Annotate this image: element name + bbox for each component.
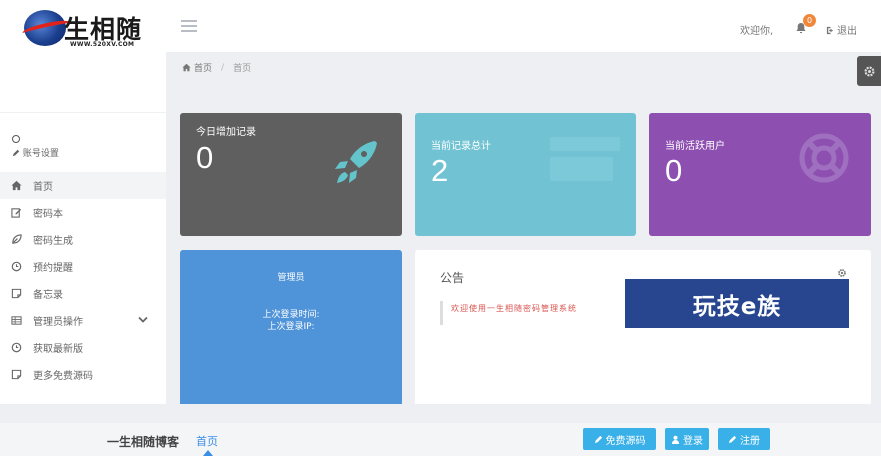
edit-icon [10, 207, 22, 219]
free-source-button[interactable]: 免费源码 [583, 428, 656, 450]
note-icon [10, 369, 22, 381]
home-icon [10, 180, 22, 192]
breadcrumb: 首页 / 首页 [182, 61, 251, 74]
sidebar-item-password-book[interactable]: 密码本 [0, 199, 166, 226]
stat-value: 0 [196, 140, 214, 175]
site-logo[interactable]: 生相随 WWW.520XV.COM [21, 8, 144, 52]
rocket-icon [335, 141, 377, 183]
sidebar-item-label: 管理员操作 [33, 317, 83, 328]
account-settings-link[interactable]: 账号设置 [12, 146, 59, 159]
sidebar-item-label: 密码生成 [33, 236, 73, 247]
note-icon [10, 288, 22, 300]
sidebar-item-reminder[interactable]: 预约提醒 [0, 253, 166, 280]
sidebar-item-label: 预约提醒 [33, 263, 73, 274]
footer-home-link[interactable]: 首页 [196, 433, 218, 449]
logout-label: 退出 [837, 26, 857, 37]
stat-label: 今日增加记录 [196, 127, 256, 138]
sidebar-item-label: 获取最新版 [33, 344, 83, 355]
breadcrumb-separator: / [221, 62, 225, 73]
footer-brand[interactable]: 一生相随博客 [107, 433, 179, 450]
notification-badge: 0 [803, 14, 816, 27]
gear-icon[interactable] [837, 268, 847, 278]
sidebar-item-home[interactable]: 首页 [0, 172, 166, 199]
watermark-overlay: 玩技e族 [625, 279, 849, 328]
stat-card-today-records: 今日增加记录 0 [180, 113, 402, 236]
settings-panel-button[interactable] [857, 56, 881, 86]
notice-title: 公告 [440, 271, 465, 285]
admin-info-card: 管理员 上次登录时间: 上次登录IP: [180, 250, 402, 404]
sidebar-item-admin-ops[interactable]: 管理员操作 [0, 307, 166, 334]
table-icon [10, 315, 22, 327]
breadcrumb-home[interactable]: 首页 [194, 61, 212, 74]
notice-quote-bar [440, 301, 443, 325]
sidebar-item-password-generator[interactable]: 密码生成 [0, 226, 166, 253]
register-button[interactable]: 注册 [718, 428, 770, 450]
admin-title: 管理员 [277, 273, 305, 283]
sidebar-item-free-source[interactable]: 更多免费源码 [0, 361, 166, 388]
button-label: 注册 [740, 435, 760, 447]
leaf-icon [10, 234, 22, 246]
sidebar-item-latest-version[interactable]: 获取最新版 [0, 334, 166, 361]
stat-value: 0 [665, 153, 683, 188]
menu-toggle-icon[interactable] [181, 20, 197, 33]
stat-card-total-records: 当前记录总计 2 [415, 113, 636, 236]
watermark-text: 玩技e族 [692, 293, 782, 320]
top-header: 生相随 WWW.520XV.COM 欢迎你, 0 退出 [0, 0, 881, 52]
clock-icon [10, 342, 22, 354]
stat-decoration [550, 157, 613, 181]
breadcrumb-current: 首页 [233, 64, 252, 74]
stat-card-active-users: 当前活跃用户 0 [649, 113, 871, 236]
stat-label: 当前活跃用户 [665, 141, 725, 152]
sidebar: 账号设置 首页 密码本 密码生成 预约提醒 备忘录 管理员操作 获取最新版 更多… [0, 52, 166, 404]
login-button[interactable]: 登录 [665, 428, 709, 450]
lifebuoy-icon [799, 133, 849, 183]
sidebar-item-label: 首页 [33, 182, 53, 193]
button-label: 免费源码 [605, 435, 646, 447]
user-avatar-icon [12, 135, 20, 143]
active-indicator [203, 450, 213, 456]
pencil-icon [594, 435, 602, 443]
pencil-icon [12, 149, 20, 157]
sidebar-divider [0, 112, 166, 113]
welcome-text: 欢迎你, [740, 26, 774, 37]
last-login-ip: 上次登录IP: [267, 322, 315, 332]
notice-message: 欢迎使用一生相随密码管理系统 [451, 304, 577, 313]
sidebar-item-memo[interactable]: 备忘录 [0, 280, 166, 307]
footer-bar: 一生相随博客 首页 免费源码 登录 注册 [0, 423, 881, 456]
logout-button[interactable]: 退出 [826, 22, 857, 37]
chevron-down-icon [138, 316, 148, 323]
user-icon [671, 435, 680, 444]
sidebar-item-label: 备忘录 [33, 290, 63, 301]
logout-icon [826, 26, 834, 35]
gear-icon [863, 65, 875, 77]
stat-decoration [550, 137, 620, 151]
sidebar-item-label: 密码本 [33, 209, 63, 220]
button-label: 登录 [683, 435, 703, 447]
clock-icon [10, 261, 22, 273]
pencil-icon [728, 435, 737, 443]
sidebar-item-label: 更多免费源码 [33, 371, 93, 382]
account-settings-label: 账号设置 [22, 149, 59, 159]
stat-value: 2 [431, 153, 449, 188]
stat-label: 当前记录总计 [431, 141, 491, 152]
home-icon [182, 63, 191, 72]
logo-url: WWW.520XV.COM [70, 41, 135, 48]
